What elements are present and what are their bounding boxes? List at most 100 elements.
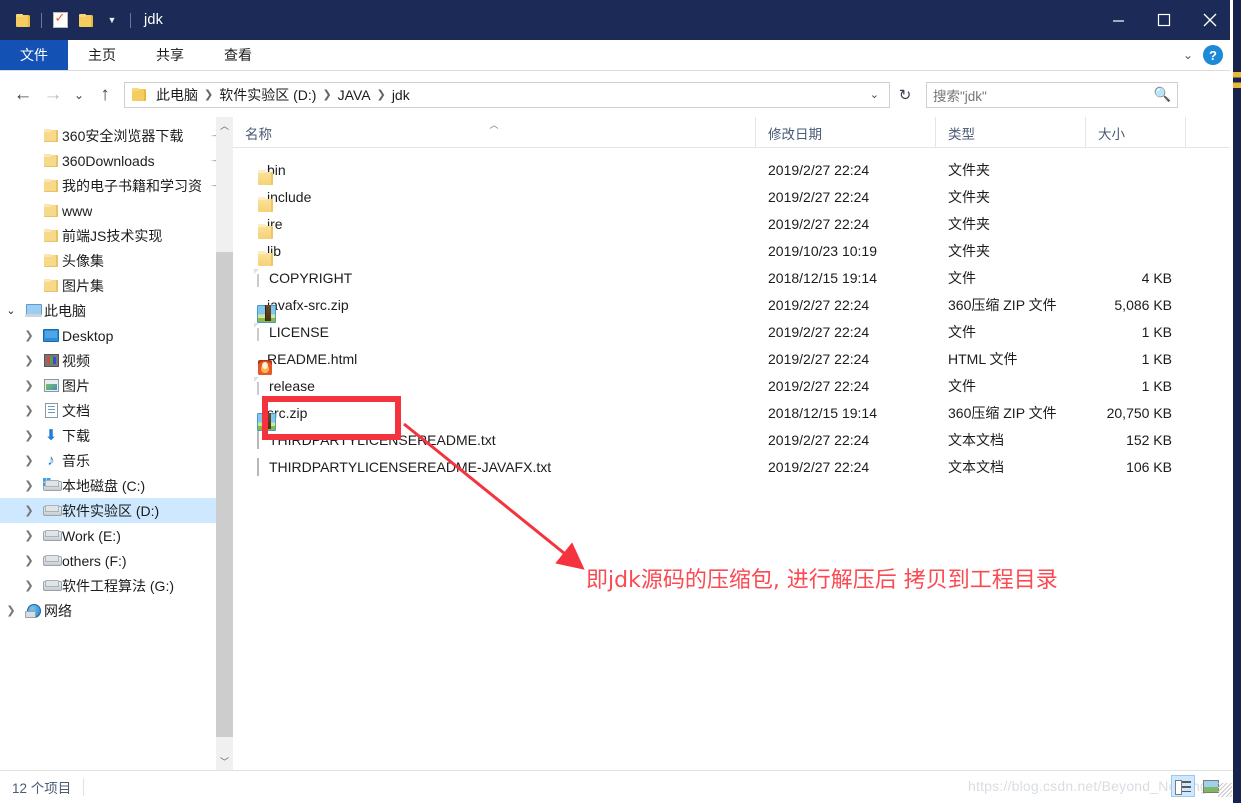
sidebar-item-5[interactable]: 头像集	[0, 248, 233, 273]
expander-icon[interactable]: ❯	[18, 454, 40, 467]
table-row[interactable]: src.zip 2018/12/15 19:14 360压缩 ZIP 文件 20,75…	[233, 399, 1233, 426]
sidebar-item-2[interactable]: 我的电子书籍和学习资📌	[0, 173, 233, 198]
sidebar-item-13[interactable]: ❯ ♪ 音乐	[0, 448, 233, 473]
table-row[interactable]: include 2019/2/27 22:24 文件夹	[233, 183, 1233, 210]
cell-name[interactable]: release	[233, 372, 756, 399]
sidebar-item-10[interactable]: ❯ 图片	[0, 373, 233, 398]
expander-icon[interactable]: ❯	[18, 504, 40, 517]
table-row[interactable]: THIRDPARTYLICENSEREADME-JAVAFX.txt 2019/2…	[233, 453, 1233, 480]
minimize-icon[interactable]	[1095, 0, 1141, 40]
help-icon[interactable]: ?	[1203, 45, 1223, 65]
table-row[interactable]: LICENSE 2019/2/27 22:24 文件 1 KB	[233, 318, 1233, 345]
expander-icon[interactable]: ❯	[18, 379, 40, 392]
cell-name[interactable]: javafx-src.zip	[233, 291, 756, 318]
sidebar-item-14[interactable]: ❯ 本地磁盘 (C:)	[0, 473, 233, 498]
sidebar-item-12[interactable]: ❯ ⬇ 下载	[0, 423, 233, 448]
search-input[interactable]: 搜索"jdk"	[933, 85, 1154, 105]
navigation-scrollbar[interactable]: ︿ ﹀	[216, 117, 233, 770]
expander-icon[interactable]: ❯	[18, 529, 40, 542]
breadcrumb-drive-d[interactable]: 软件实验区 (D:)	[216, 85, 319, 105]
breadcrumb-jdk[interactable]: jdk	[389, 87, 413, 103]
table-row[interactable]: COPYRIGHT 2018/12/15 19:14 文件 4 KB	[233, 264, 1233, 291]
sidebar-item-7[interactable]: ⌄ 此电脑	[0, 298, 233, 323]
breadcrumb-java[interactable]: JAVA	[335, 87, 374, 103]
table-row[interactable]: lib 2019/10/23 10:19 文件夹	[233, 237, 1233, 264]
breadcrumb-separator-icon-2[interactable]: ❯	[319, 88, 334, 101]
file-list-pane[interactable]: 名称 ︿ 修改日期 类型 大小 bin 2019/2/27 22:24 文件夹 inc…	[233, 117, 1233, 770]
column-header-name[interactable]: 名称 ︿	[233, 117, 756, 148]
breadcrumb-separator-icon[interactable]: ❯	[201, 88, 216, 101]
expander-icon[interactable]: ❯	[18, 579, 40, 592]
table-row[interactable]: THIRDPARTYLICENSEREADME.txt 2019/2/27 22:…	[233, 426, 1233, 453]
maximize-icon[interactable]	[1141, 0, 1187, 40]
title-bar[interactable]: ▼ jdk	[0, 0, 1233, 40]
column-header-type[interactable]: 类型	[936, 117, 1086, 148]
sidebar-item-15[interactable]: ❯ 软件实验区 (D:)	[0, 498, 233, 523]
cell-name[interactable]: src.zip	[233, 399, 756, 426]
sidebar-item-18[interactable]: ❯ 软件工程算法 (G:)	[0, 573, 233, 598]
chevron-down-icon[interactable]: ⌄	[1183, 48, 1193, 62]
sidebar-item-4[interactable]: 前端JS技术实现	[0, 223, 233, 248]
sidebar-item-17[interactable]: ❯ others (F:)	[0, 548, 233, 573]
search-box[interactable]: 搜索"jdk" 🔍	[926, 81, 1178, 108]
table-row[interactable]: javafx-src.zip 2019/2/27 22:24 360压缩 ZIP 文…	[233, 291, 1233, 318]
tab-view[interactable]: 查看	[204, 40, 272, 70]
breadcrumb-this-pc[interactable]: 此电脑	[153, 85, 201, 105]
scroll-up-icon[interactable]: ︿	[216, 117, 233, 134]
cell-name[interactable]: lib	[233, 237, 756, 264]
customize-dropdown-icon[interactable]: ▼	[99, 7, 125, 33]
breadcrumb-separator-icon-3[interactable]: ❯	[374, 88, 389, 101]
cell-name[interactable]: README.html	[233, 345, 756, 372]
sidebar-item-9[interactable]: ❯ 视频	[0, 348, 233, 373]
expander-icon[interactable]: ❯	[18, 479, 40, 492]
cell-name[interactable]: bin	[233, 156, 756, 183]
table-row[interactable]: jre 2019/2/27 22:24 文件夹	[233, 210, 1233, 237]
sidebar-item-11[interactable]: ❯ 文档	[0, 398, 233, 423]
cell-name[interactable]: THIRDPARTYLICENSEREADME-JAVAFX.txt	[233, 453, 756, 480]
sidebar-item-8[interactable]: ❯ Desktop	[0, 323, 233, 348]
column-header-date[interactable]: 修改日期	[756, 117, 936, 148]
navigation-pane[interactable]: 360安全浏览器下载📌360Downloads📌我的电子书籍和学习资📌 www 前端…	[0, 117, 233, 770]
sidebar-item-19[interactable]: ❯ 网络	[0, 598, 233, 623]
column-header-size[interactable]: 大小	[1086, 117, 1186, 148]
cell-name[interactable]: THIRDPARTYLICENSEREADME.txt	[233, 426, 756, 453]
close-icon[interactable]	[1187, 0, 1233, 40]
resize-grip[interactable]	[1218, 783, 1232, 797]
tab-home[interactable]: 主页	[68, 40, 136, 70]
search-icon[interactable]: 🔍	[1154, 86, 1171, 103]
scroll-down-icon[interactable]: ﹀	[216, 753, 233, 770]
expander-icon[interactable]: ❯	[18, 404, 40, 417]
up-button[interactable]: ↑	[90, 80, 120, 110]
refresh-button[interactable]: ↻	[890, 82, 920, 108]
expander-icon[interactable]: ❯	[18, 554, 40, 567]
table-row[interactable]: README.html 2019/2/27 22:24 HTML 文件 1 KB	[233, 345, 1233, 372]
expander-icon[interactable]: ❯	[0, 604, 22, 617]
tab-share[interactable]: 共享	[136, 40, 204, 70]
properties-icon[interactable]	[47, 7, 73, 33]
expander-icon[interactable]: ❯	[18, 354, 40, 367]
forward-button[interactable]: →	[38, 80, 68, 110]
expander-icon[interactable]: ⌄	[0, 304, 22, 317]
cell-name[interactable]: jre	[233, 210, 756, 237]
new-folder-icon[interactable]	[73, 7, 99, 33]
address-dropdown-icon[interactable]: ⌄	[864, 88, 885, 101]
scrollbar-thumb[interactable]	[216, 252, 233, 737]
table-row[interactable]: release 2019/2/27 22:24 文件 1 KB	[233, 372, 1233, 399]
sidebar-item-3[interactable]: www	[0, 198, 233, 223]
back-button[interactable]: ←	[8, 80, 38, 110]
sidebar-item-6[interactable]: 图片集	[0, 273, 233, 298]
quick-access-folder-icon[interactable]	[10, 7, 36, 33]
sidebar-item-16[interactable]: ❯ Work (E:)	[0, 523, 233, 548]
sidebar-item-1[interactable]: 360Downloads📌	[0, 148, 233, 173]
table-row[interactable]: bin 2019/2/27 22:24 文件夹	[233, 156, 1233, 183]
recent-locations-icon[interactable]: ⌄	[68, 80, 90, 110]
column-header-spacer[interactable]	[1186, 117, 1210, 148]
expander-icon[interactable]: ❯	[18, 329, 40, 342]
tab-file[interactable]: 文件	[0, 40, 68, 70]
expander-icon[interactable]: ❯	[18, 429, 40, 442]
cell-name[interactable]: include	[233, 183, 756, 210]
details-view-button[interactable]	[1171, 775, 1195, 797]
address-bar[interactable]: 此电脑 ❯ 软件实验区 (D:) ❯ JAVA ❯ jdk ⌄	[124, 81, 890, 108]
sidebar-item-0[interactable]: 360安全浏览器下载📌	[0, 123, 233, 148]
cell-name[interactable]: LICENSE	[233, 318, 756, 345]
